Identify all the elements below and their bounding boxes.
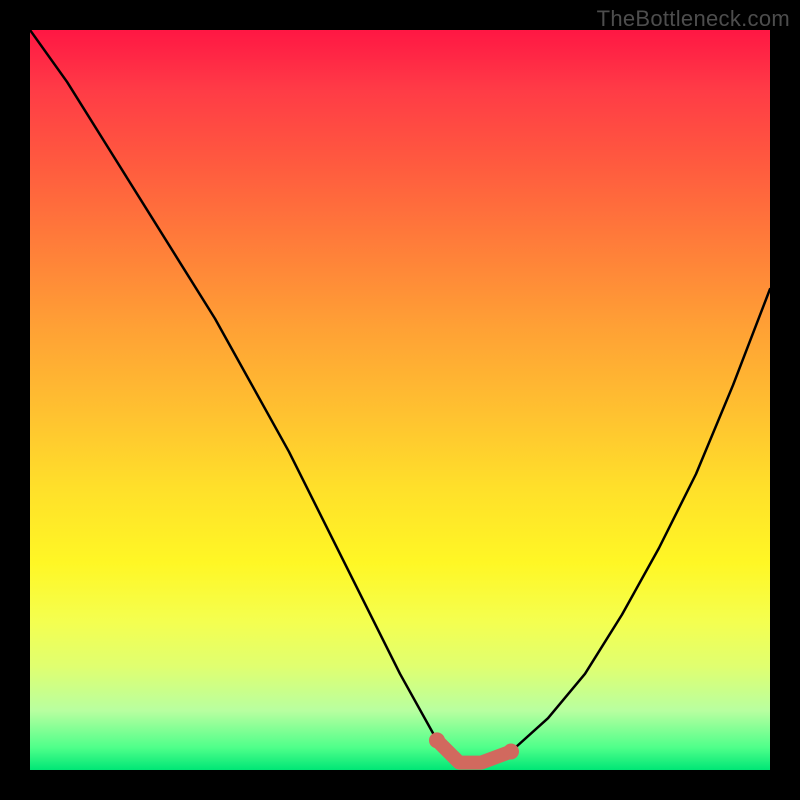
optimal-range-overlay (437, 740, 511, 762)
plot-area (30, 30, 770, 770)
optimal-range-start-dot (429, 732, 445, 748)
optimal-range-end-dot (503, 744, 519, 760)
watermark-text: TheBottleneck.com (597, 6, 790, 32)
bottleneck-curve (30, 30, 770, 763)
curve-svg (30, 30, 770, 770)
chart-frame: TheBottleneck.com (0, 0, 800, 800)
